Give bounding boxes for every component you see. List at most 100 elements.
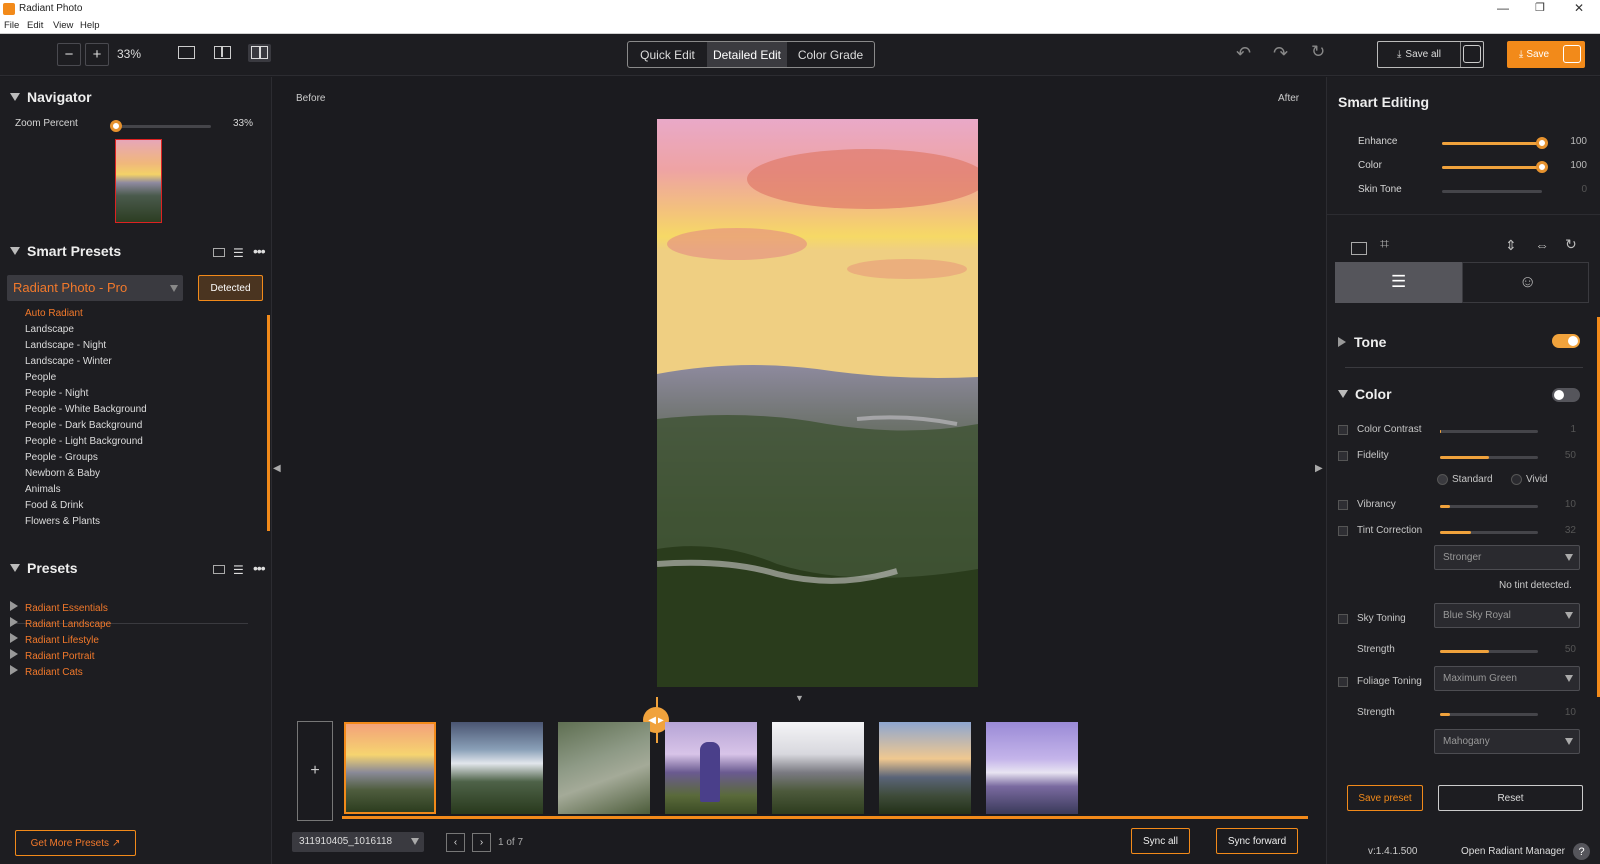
slider-knob[interactable]	[1536, 137, 1548, 149]
smart-slider[interactable]	[1442, 137, 1548, 149]
color-contrast-checkbox[interactable]	[1338, 425, 1348, 435]
preset-group-item[interactable]: Radiant Cats	[10, 665, 83, 678]
smart-preset-item[interactable]: Newborn & Baby	[25, 468, 100, 479]
save-options-icon[interactable]	[1463, 45, 1481, 63]
rotate-icon[interactable]: ↻	[1565, 236, 1577, 253]
sky-toning-checkbox[interactable]	[1338, 614, 1348, 624]
preset-group-item[interactable]: Radiant Lifestyle	[10, 633, 99, 646]
smart-preset-item[interactable]: People	[25, 372, 56, 383]
filmstrip-thumb-5[interactable]	[772, 722, 864, 814]
standard-radio[interactable]	[1437, 474, 1448, 485]
split-line[interactable]	[656, 697, 658, 743]
detected-button[interactable]: Detected	[198, 275, 263, 301]
foliage-toning-dropdown[interactable]: Maximum Green	[1434, 666, 1580, 691]
reset-icon[interactable]: ↻	[1311, 42, 1325, 62]
smart-preset-item[interactable]: People - Groups	[25, 452, 98, 463]
filmstrip-thumb-1[interactable]	[344, 722, 436, 814]
smart-preset-item[interactable]: Flowers & Plants	[25, 516, 100, 527]
preset-group-item[interactable]: Radiant Essentials	[10, 601, 108, 614]
image-icon[interactable]	[1351, 242, 1367, 255]
undo-icon[interactable]: ↶	[1236, 43, 1251, 64]
smart-slider[interactable]	[1442, 190, 1542, 193]
filmstrip-scrollbar[interactable]	[342, 816, 1308, 819]
split-view-button[interactable]	[248, 44, 271, 62]
smart-slider[interactable]	[1442, 161, 1548, 173]
minimize-icon[interactable]: —	[1497, 1, 1509, 15]
navigator-header[interactable]: Navigator	[10, 89, 92, 105]
more-options-icon[interactable]: •••	[253, 243, 266, 259]
tab-detailed-edit[interactable]: Detailed Edit	[707, 42, 787, 67]
main-photo[interactable]	[657, 119, 978, 687]
tab-quick-edit[interactable]: Quick Edit	[628, 42, 707, 67]
menu-view[interactable]: View	[53, 20, 73, 31]
filmstrip-thumb-7[interactable]	[986, 722, 1078, 814]
list-view-icon[interactable]: ☰	[233, 246, 244, 260]
redo-icon[interactable]: ↷	[1273, 43, 1288, 64]
preset-pack-dropdown[interactable]: Radiant Photo - Pro	[7, 275, 183, 301]
next-image-button[interactable]: ›	[472, 833, 491, 852]
flip-vertical-icon[interactable]: ⇕	[1505, 237, 1517, 254]
single-view-icon[interactable]	[178, 46, 195, 59]
zoom-out-button[interactable]: −	[57, 43, 81, 66]
filmstrip-thumb-3[interactable]	[558, 722, 650, 814]
smart-presets-header[interactable]: Smart Presets	[10, 243, 121, 259]
preset-group-item[interactable]: Radiant Landscape	[10, 617, 111, 630]
more-options-icon[interactable]: •••	[253, 560, 266, 576]
presets-header[interactable]: Presets	[10, 560, 78, 576]
smart-preset-item[interactable]: Food & Drink	[25, 500, 83, 511]
add-image-button[interactable]: +	[297, 721, 333, 821]
zoom-slider-knob[interactable]	[110, 120, 122, 132]
preset-group-item[interactable]: Radiant Portrait	[10, 649, 94, 662]
tint-correction-slider[interactable]	[1440, 531, 1538, 534]
smart-preset-item[interactable]: Landscape - Night	[25, 340, 106, 351]
filmstrip-toggle-icon[interactable]: ▼	[795, 693, 804, 703]
vivid-radio[interactable]	[1511, 474, 1522, 485]
navigator-thumbnail[interactable]	[115, 139, 162, 223]
sync-all-button[interactable]: Sync all	[1131, 828, 1190, 854]
smart-preset-item[interactable]: People - Night	[25, 388, 88, 399]
grid-view-icon[interactable]	[213, 248, 225, 257]
smart-preset-item[interactable]: People - Dark Background	[25, 420, 142, 431]
restore-icon[interactable]: ❐	[1535, 1, 1545, 14]
grid-view-icon[interactable]	[213, 565, 225, 574]
tone-header[interactable]: Tone	[1338, 334, 1386, 350]
save-all-button[interactable]: ⤓ Save all	[1378, 42, 1460, 67]
smart-preset-item[interactable]: People - Light Background	[25, 436, 143, 447]
zoom-in-button[interactable]: +	[85, 43, 109, 66]
vibrancy-checkbox[interactable]	[1338, 500, 1348, 510]
crop-icon[interactable]: ⌗	[1380, 236, 1389, 254]
menu-edit[interactable]: Edit	[27, 20, 43, 31]
filmstrip-thumb-6[interactable]	[879, 722, 971, 814]
tone-toggle[interactable]	[1552, 334, 1580, 348]
open-radiant-manager-link[interactable]: Open Radiant Manager	[1461, 846, 1565, 857]
sync-forward-button[interactable]: Sync forward	[1216, 828, 1298, 854]
smart-preset-item[interactable]: Landscape	[25, 324, 74, 335]
sky-toning-dropdown[interactable]: Blue Sky Royal	[1434, 603, 1580, 628]
menu-help[interactable]: Help	[80, 20, 100, 31]
foliage-strength-slider[interactable]	[1440, 713, 1538, 716]
foliage-toning-checkbox[interactable]	[1338, 677, 1348, 687]
get-more-presets-button[interactable]: Get More Presets ↗	[15, 830, 136, 856]
slider-knob[interactable]	[1536, 161, 1548, 173]
tab-color-grade[interactable]: Color Grade	[787, 42, 874, 67]
tab-adjustments[interactable]: ☰	[1335, 262, 1462, 303]
filename-dropdown[interactable]: 311910405_1016118	[292, 832, 424, 852]
list-view-icon[interactable]: ☰	[233, 563, 244, 577]
menu-file[interactable]: File	[4, 20, 19, 31]
zoom-slider[interactable]	[110, 120, 211, 132]
color-contrast-slider[interactable]	[1440, 430, 1538, 433]
help-icon[interactable]: ?	[1573, 843, 1590, 860]
side-by-side-view-icon[interactable]	[214, 46, 231, 59]
tint-correction-checkbox[interactable]	[1338, 526, 1348, 536]
collapse-left-panel-icon[interactable]: ◀	[273, 463, 281, 474]
filmstrip-thumb-2[interactable]	[451, 722, 543, 814]
smart-preset-item[interactable]: Auto Radiant	[25, 308, 83, 319]
save-options-icon[interactable]	[1563, 45, 1581, 63]
color-toggle[interactable]	[1552, 388, 1580, 402]
foliage-extra-dropdown[interactable]: Mahogany	[1434, 729, 1580, 754]
reset-button[interactable]: Reset	[1438, 785, 1583, 811]
flip-horizontal-icon[interactable]: ⇔	[1535, 237, 1549, 253]
close-icon[interactable]: ✕	[1574, 1, 1584, 15]
sky-strength-slider[interactable]	[1440, 650, 1538, 653]
smart-preset-item[interactable]: People - White Background	[25, 404, 147, 415]
